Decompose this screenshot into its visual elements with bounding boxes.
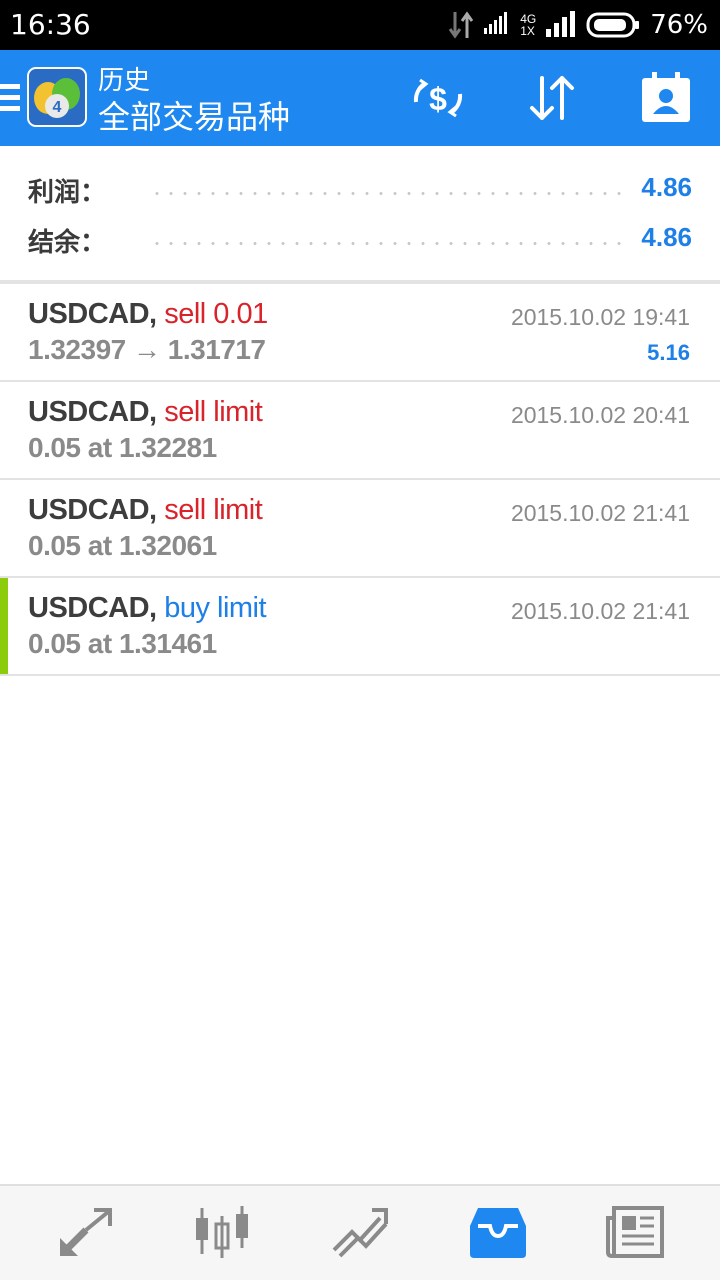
balance-row: 结余： 4.86 [28, 216, 692, 266]
summary-panel: 利润： 4.86 结余： 4.86 [0, 146, 720, 282]
order-title: USDCAD, sell 0.01 [28, 298, 268, 331]
menu-icon[interactable] [0, 84, 20, 114]
app-bar: 4 历史 全部交易品种 $ [0, 50, 720, 146]
order-action: buy limit [164, 592, 267, 624]
battery-percent: 76% [650, 10, 708, 40]
profit-row: 利润： 4.86 [28, 166, 692, 216]
contacts-icon[interactable] [638, 72, 694, 124]
status-time: 16:36 [10, 8, 91, 41]
order-detail: 1.32397 → 1.31717 [28, 334, 266, 365]
svg-text:$: $ [429, 81, 447, 117]
order-action: sell limit [164, 494, 263, 526]
network-type-bottom: 1X [520, 24, 535, 38]
network-type: 4G 1X [520, 13, 536, 37]
profit-label: 利润： [28, 178, 107, 208]
order-detail: 0.05 at 1.32281 [28, 432, 217, 463]
order-title: USDCAD, sell limit [28, 396, 263, 429]
trade-icon[interactable] [330, 1204, 390, 1260]
battery-icon [586, 12, 640, 38]
currency-exchange-icon[interactable]: $ [410, 72, 466, 124]
order-title: USDCAD, buy limit [28, 592, 267, 625]
order-date: 2015.10.02 20:41 [510, 402, 690, 428]
order-symbol: USDCAD, [28, 494, 157, 526]
svg-text:4: 4 [53, 99, 62, 116]
order-profit: 5.16 [647, 340, 690, 365]
list-item[interactable]: USDCAD, sell limit 0.05 at 1.32061 2015.… [0, 480, 720, 578]
selected-marker [0, 578, 8, 674]
order-action: sell 0.01 [164, 298, 268, 330]
list-item[interactable]: USDCAD, sell 0.01 1.32397 → 1.31717 2015… [0, 284, 720, 382]
order-date: 2015.10.02 21:41 [510, 598, 690, 624]
signal-4g-icon [484, 12, 508, 34]
order-detail: 0.05 at 1.31461 [28, 628, 217, 659]
order-detail: 0.05 at 1.32061 [28, 530, 217, 561]
list-item[interactable]: USDCAD, sell limit 0.05 at 1.32281 2015.… [0, 382, 720, 480]
balance-label: 结余： [28, 228, 107, 258]
profit-dots [150, 192, 622, 195]
chart-icon[interactable] [192, 1204, 252, 1260]
sort-icon[interactable] [524, 72, 580, 124]
status-bar: 16:36 4G 1X 76% [0, 0, 720, 50]
news-icon[interactable] [606, 1204, 666, 1260]
status-icons: 4G 1X 76% [448, 6, 708, 44]
history-icon[interactable] [468, 1204, 528, 1260]
history-list: USDCAD, sell 0.01 1.32397 → 1.31717 2015… [0, 284, 720, 676]
page-title[interactable]: 全部交易品种 [98, 92, 290, 138]
bottom-nav [0, 1184, 720, 1280]
order-action: sell limit [164, 396, 263, 428]
order-symbol: USDCAD, [28, 592, 157, 624]
balance-value: 4.86 [641, 222, 692, 252]
profit-value: 4.86 [641, 172, 692, 202]
order-symbol: USDCAD, [28, 396, 157, 428]
cell-signal-icon [546, 11, 576, 37]
order-title: USDCAD, sell limit [28, 494, 263, 527]
data-transfer-icon [448, 11, 474, 39]
order-symbol: USDCAD, [28, 298, 157, 330]
quotes-icon[interactable] [56, 1204, 116, 1260]
order-date: 2015.10.02 19:41 [510, 304, 690, 330]
metatrader-logo-icon[interactable]: 4 [26, 66, 88, 128]
list-item[interactable]: USDCAD, buy limit 0.05 at 1.31461 2015.1… [0, 578, 720, 676]
balance-dots [150, 242, 622, 245]
order-date: 2015.10.02 21:41 [510, 500, 690, 526]
